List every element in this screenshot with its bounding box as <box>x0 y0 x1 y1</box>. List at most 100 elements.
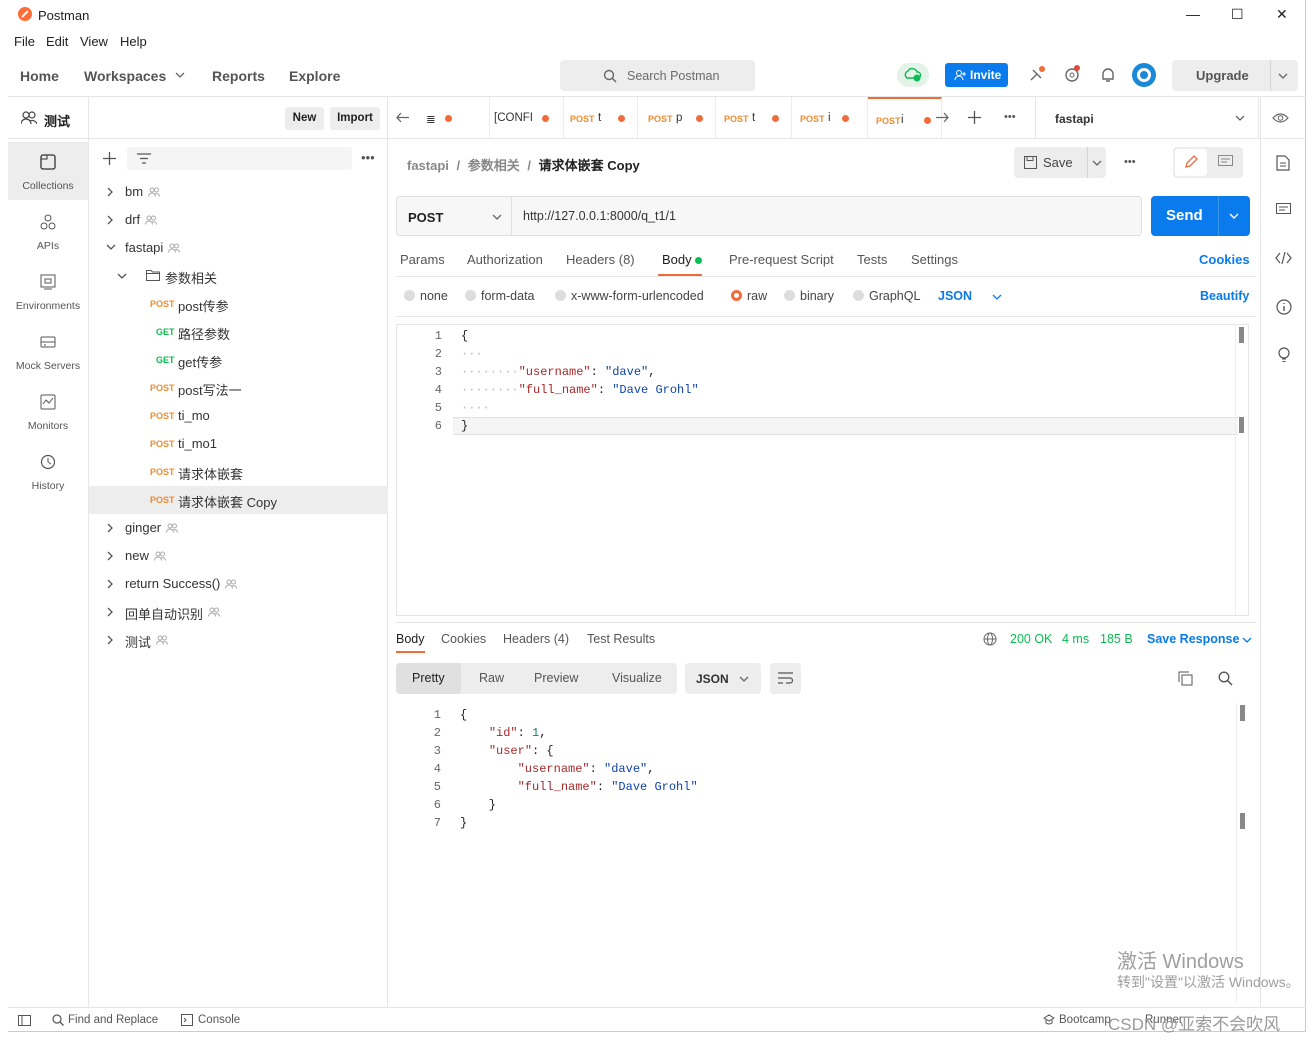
radio-none[interactable]: none <box>404 289 448 303</box>
maximize-button[interactable]: ☐ <box>1231 6 1244 23</box>
view-preview[interactable]: Preview <box>534 671 578 685</box>
invite-button[interactable]: Invite <box>945 63 1008 87</box>
chevron-right-icon[interactable] <box>106 579 114 589</box>
chevron-right-icon[interactable] <box>106 215 114 225</box>
nav-explore[interactable]: Explore <box>289 68 340 84</box>
resp-tab-headers[interactable]: Headers (4) <box>503 632 569 646</box>
tab-headers[interactable]: Headers (8) <box>566 252 635 267</box>
response-format-select[interactable]: JSON <box>685 663 761 694</box>
tab-params[interactable]: Params <box>400 252 445 267</box>
save-response-button[interactable]: Save Response <box>1147 632 1239 646</box>
scrollbar-thumb[interactable] <box>1240 705 1245 721</box>
tree-item[interactable]: 参数相关 <box>89 262 388 290</box>
tree-item[interactable]: GET 路径参数 <box>89 318 388 346</box>
notifications-bell-icon[interactable] <box>1100 66 1116 84</box>
body-format-select[interactable]: JSON <box>938 289 972 303</box>
chevron-down-icon[interactable] <box>492 213 502 221</box>
request-tab[interactable]: POST i <box>792 97 868 139</box>
breadcrumb-request[interactable]: 请求体嵌套 Copy <box>539 158 640 173</box>
search-input[interactable]: Search Postman <box>560 60 755 91</box>
request-tab[interactable]: POST t <box>716 97 792 139</box>
tab-authorization[interactable]: Authorization <box>467 252 543 267</box>
tree-item[interactable]: new <box>89 542 388 570</box>
tab-body[interactable]: Body <box>662 252 703 267</box>
menu-file[interactable]: File <box>14 34 35 49</box>
tree-item[interactable]: POST post传参 <box>89 290 388 318</box>
response-time[interactable]: 4 ms <box>1062 632 1089 646</box>
bootcamp-button[interactable]: Bootcamp <box>1059 1014 1111 1026</box>
sidebar-item-environments[interactable]: Environments <box>8 262 88 320</box>
code-icon[interactable] <box>1275 252 1292 264</box>
chevron-right-icon[interactable] <box>106 607 114 617</box>
nav-reports[interactable]: Reports <box>212 68 265 84</box>
tree-item[interactable]: bm <box>89 178 388 206</box>
beautify-button[interactable]: Beautify <box>1200 289 1249 303</box>
resp-tab-test-results[interactable]: Test Results <box>587 632 655 646</box>
chevron-down-icon[interactable] <box>1092 159 1102 167</box>
filter-input[interactable] <box>127 147 352 170</box>
view-visualize[interactable]: Visualize <box>612 671 662 685</box>
view-pretty[interactable]: Pretty <box>412 671 445 685</box>
request-tab[interactable]: ≣ <box>414 97 490 139</box>
tree-item[interactable]: POST ti_mo1 <box>89 430 388 458</box>
tree-item[interactable]: 回单自动识别 <box>89 598 388 626</box>
radio-x-www-form-urlencoded[interactable]: x-www-form-urlencoded <box>555 289 704 303</box>
menu-help[interactable]: Help <box>120 34 147 49</box>
cookies-link[interactable]: Cookies <box>1199 252 1250 267</box>
response-status[interactable]: 200 OK <box>1010 632 1052 646</box>
console-button[interactable]: Console <box>198 1014 240 1026</box>
edit-mode-button[interactable] <box>1175 149 1207 176</box>
tree-item[interactable]: POST 请求体嵌套 <box>89 458 388 486</box>
tab-settings[interactable]: Settings <box>911 252 958 267</box>
chevron-right-icon[interactable] <box>106 523 114 533</box>
scrollbar-thumb[interactable] <box>1239 327 1244 343</box>
chevron-down-icon[interactable] <box>1242 636 1252 644</box>
tree-item[interactable]: POST ti_mo <box>89 402 388 430</box>
tree-item[interactable]: fastapi <box>89 234 388 262</box>
documentation-icon[interactable] <box>1276 155 1290 171</box>
menu-view[interactable]: View <box>80 34 108 49</box>
wrap-lines-button[interactable] <box>770 663 801 694</box>
close-button[interactable]: ✕ <box>1276 6 1288 23</box>
add-collection-icon[interactable] <box>103 152 116 165</box>
chevron-right-icon[interactable] <box>106 551 114 561</box>
nav-workspaces[interactable]: Workspaces <box>84 68 166 84</box>
tree-item[interactable]: return Success() <box>89 570 388 598</box>
sidebar-item-apis[interactable]: APIs <box>8 202 88 260</box>
upgrade-button[interactable]: Upgrade <box>1172 60 1298 91</box>
url-input[interactable]: http://127.0.0.1:8000/q_t1/1 <box>523 209 676 223</box>
view-raw[interactable]: Raw <box>479 671 504 685</box>
radio-form-data[interactable]: form-data <box>465 289 535 303</box>
resp-tab-cookies[interactable]: Cookies <box>441 632 486 646</box>
save-button[interactable]: Save <box>1014 147 1106 178</box>
radio-graphql[interactable]: GraphQL <box>853 289 920 303</box>
response-body-viewer[interactable]: 1 {2 "id": 1, 3 "user": {4 "username": "da… <box>396 706 1236 846</box>
request-body-editor[interactable]: 1{2 ··· 3 ········"username": "dave", 4 ·····… <box>396 324 1249 616</box>
sidebar-item-history[interactable]: History <box>8 442 88 500</box>
minimize-button[interactable]: — <box>1186 6 1200 22</box>
copy-icon[interactable] <box>1178 671 1193 686</box>
globe-icon[interactable] <box>983 632 997 646</box>
nav-home[interactable]: Home <box>20 68 59 84</box>
chevron-down-icon[interactable] <box>992 293 1002 301</box>
request-tab[interactable]: [CONFI <box>488 97 564 139</box>
request-tab[interactable]: POST t <box>562 97 638 139</box>
radio-binary[interactable]: binary <box>784 289 834 303</box>
request-options-icon[interactable]: ••• <box>1124 156 1136 168</box>
chevron-down-icon[interactable] <box>117 272 127 280</box>
editor-scrollbar[interactable] <box>1235 325 1249 615</box>
response-size[interactable]: 185 B <box>1100 632 1133 646</box>
method-select[interactable]: POST <box>408 210 443 225</box>
back-arrow-icon[interactable] <box>396 112 409 123</box>
settings-gear-icon[interactable] <box>1063 65 1081 83</box>
find-replace-button[interactable]: Find and Replace <box>68 1014 158 1026</box>
menu-edit[interactable]: Edit <box>46 34 68 49</box>
chevron-down-icon[interactable] <box>1235 114 1245 122</box>
tree-item[interactable]: POST post写法一 <box>89 374 388 402</box>
chevron-down-icon[interactable] <box>1278 72 1288 80</box>
chevron-right-icon[interactable] <box>106 187 114 197</box>
tab-options-icon[interactable]: ••• <box>1004 111 1016 123</box>
environment-select[interactable]: fastapi <box>1055 112 1094 126</box>
info-icon[interactable] <box>1276 299 1292 315</box>
tree-item[interactable]: GET get传参 <box>89 346 388 374</box>
